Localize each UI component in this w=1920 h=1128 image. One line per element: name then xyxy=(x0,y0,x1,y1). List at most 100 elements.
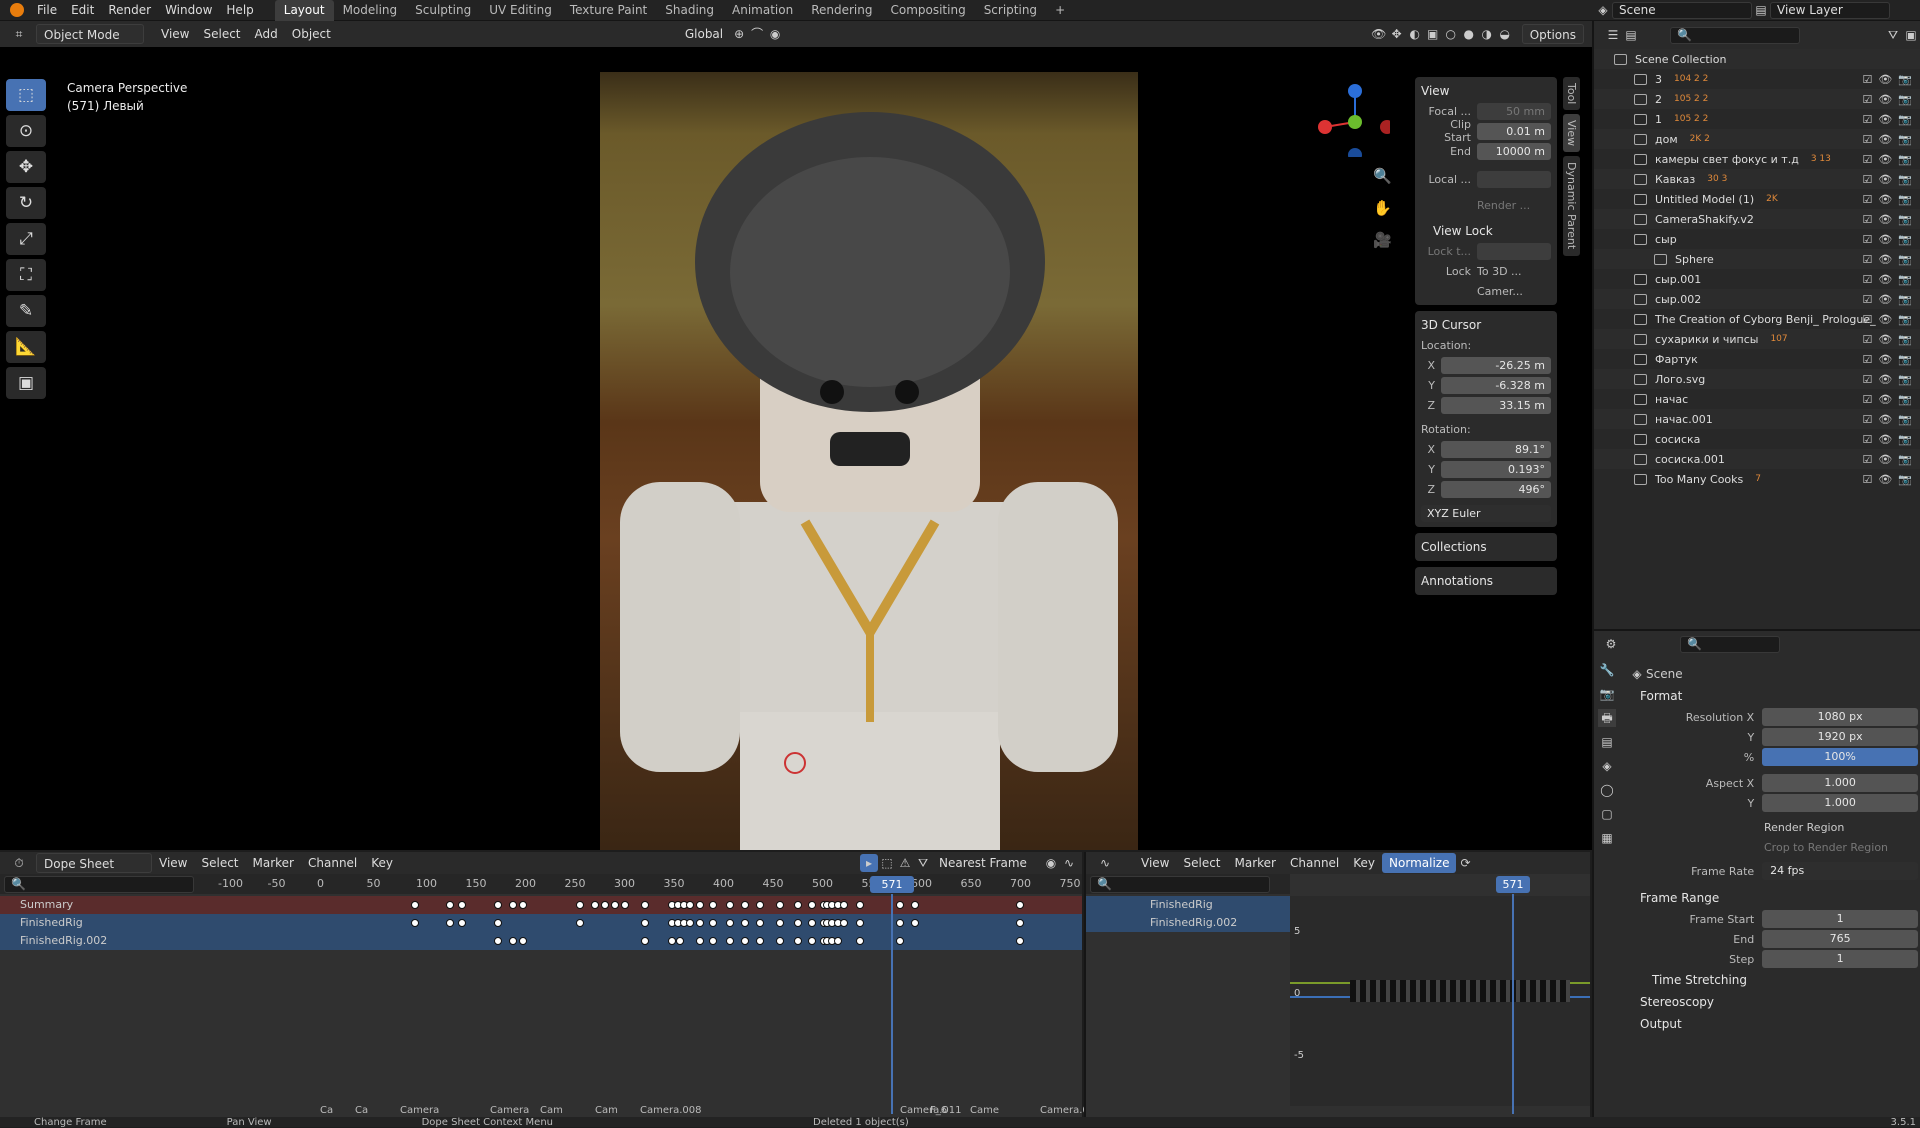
marker-label[interactable]: Cam xyxy=(595,1105,618,1116)
keyframe[interactable] xyxy=(896,937,904,945)
tab-layout[interactable]: Layout xyxy=(274,0,334,21)
tab-animation[interactable]: Animation xyxy=(723,0,802,21)
checkbox-icon[interactable]: ☑ xyxy=(1862,273,1872,286)
outliner-item[interactable]: Фартук ☑ 👁 📷 xyxy=(1594,349,1920,369)
checkbox-icon[interactable]: ☑ xyxy=(1862,393,1872,406)
outliner-item[interactable]: Untitled Model (1) 2K ☑ 👁 📷 xyxy=(1594,189,1920,209)
keyframe[interactable] xyxy=(1016,937,1024,945)
interpolation-icon[interactable]: ∿ xyxy=(1060,854,1078,872)
tab-sculpting[interactable]: Sculpting xyxy=(406,0,480,21)
visibility-icon[interactable]: 👁 xyxy=(1370,25,1388,43)
outliner-editor-icon[interactable]: ☰ xyxy=(1604,26,1622,44)
select-box-tool-icon[interactable]: ⬚ xyxy=(6,79,46,111)
navigation-gizmo[interactable] xyxy=(1310,77,1390,157)
keyframe[interactable] xyxy=(686,901,694,909)
outliner-item[interactable]: сыр.002 ☑ 👁 📷 xyxy=(1594,289,1920,309)
checkbox-icon[interactable]: ☑ xyxy=(1862,133,1872,146)
shading-wire-icon[interactable]: ○ xyxy=(1442,25,1460,43)
keyframe[interactable] xyxy=(411,919,419,927)
outliner-item[interactable]: дом 2K 2 ☑ 👁 📷 xyxy=(1594,129,1920,149)
camera-view-icon[interactable]: 🎥 xyxy=(1373,231,1392,249)
keyframe[interactable] xyxy=(840,919,848,927)
graph-channel-finishedrig-002[interactable]: FinishedRig.002 xyxy=(1086,914,1290,932)
aspect-x-field[interactable]: 1.000 xyxy=(1762,774,1918,792)
proportional-edit-icon[interactable]: ◉ xyxy=(1042,854,1060,872)
tab-shading[interactable]: Shading xyxy=(656,0,723,21)
collections-section-title[interactable]: Collections xyxy=(1421,537,1551,557)
camera-render-icon[interactable]: 📷 xyxy=(1898,93,1912,106)
new-collection-icon[interactable]: ▣ xyxy=(1902,26,1920,44)
transform-tool-icon[interactable]: ⛶ xyxy=(6,259,46,291)
dope-menu-channel[interactable]: Channel xyxy=(301,853,364,873)
local-camera-field[interactable] xyxy=(1477,170,1551,188)
cursor-tool-icon[interactable]: ⊙ xyxy=(6,115,46,147)
keyframe[interactable] xyxy=(611,901,619,909)
keyframe[interactable] xyxy=(458,919,466,927)
checkbox-icon[interactable]: ☑ xyxy=(1862,313,1872,326)
camera-render-icon[interactable]: 📷 xyxy=(1898,213,1912,226)
focal-field[interactable]: 50 mm xyxy=(1477,102,1551,120)
viewport-3d[interactable]: Camera Perspective (571) Левый ⬚ ⊙ ✥ ↻ ⤢… xyxy=(0,47,1592,850)
dope-menu-marker[interactable]: Marker xyxy=(246,853,301,873)
cursor-z-field[interactable]: 33.15 m xyxy=(1441,396,1551,414)
eye-icon[interactable]: 👁 xyxy=(1878,273,1892,286)
filter-icon[interactable]: ⛛ xyxy=(914,854,932,872)
camera-render-icon[interactable]: 📷 xyxy=(1898,453,1912,466)
tab-rendering[interactable]: Rendering xyxy=(802,0,881,21)
camera-render-icon[interactable]: 📷 xyxy=(1898,413,1912,426)
keyframe[interactable] xyxy=(591,901,599,909)
checkbox-icon[interactable]: ☑ xyxy=(1862,373,1872,386)
outliner-item[interactable]: начас.001 ☑ 👁 📷 xyxy=(1594,409,1920,429)
keyframe[interactable] xyxy=(686,919,694,927)
keyframe[interactable] xyxy=(911,901,919,909)
keyframe[interactable] xyxy=(776,901,784,909)
outliner-item[interactable]: сыр ☑ 👁 📷 xyxy=(1594,229,1920,249)
marker-label[interactable]: Camera xyxy=(400,1105,439,1116)
scene-tab-icon[interactable]: ◈ xyxy=(1598,757,1616,775)
keyframe[interactable] xyxy=(509,901,517,909)
normalize-toggle[interactable]: Normalize xyxy=(1382,853,1457,873)
keyframe[interactable] xyxy=(509,937,517,945)
editor-type-icon[interactable]: ⌗ xyxy=(10,25,28,43)
xray-icon[interactable]: ▣ xyxy=(1424,25,1442,43)
keyframe[interactable] xyxy=(726,919,734,927)
dope-menu-view[interactable]: View xyxy=(152,853,194,873)
eye-icon[interactable]: 👁 xyxy=(1878,433,1892,446)
eye-icon[interactable]: 👁 xyxy=(1878,453,1892,466)
frame-range-section-title[interactable]: Frame Range xyxy=(1628,887,1918,909)
eye-icon[interactable]: 👁 xyxy=(1878,153,1892,166)
dope-keyframes[interactable] xyxy=(200,896,1080,1106)
keyframe[interactable] xyxy=(776,937,784,945)
shading-solid-icon[interactable]: ● xyxy=(1460,25,1478,43)
eye-icon[interactable]: 👁 xyxy=(1878,413,1892,426)
menu-add[interactable]: Add xyxy=(248,24,285,44)
keyframe[interactable] xyxy=(519,937,527,945)
camera-render-icon[interactable]: 📷 xyxy=(1898,153,1912,166)
rotation-mode-dropdown[interactable]: XYZ Euler xyxy=(1421,504,1551,522)
outliner-item[interactable]: Лого.svg ☑ 👁 📷 xyxy=(1594,369,1920,389)
dope-ruler[interactable]: -100-50050100150200250300350400450500550… xyxy=(200,874,1082,894)
marker-label[interactable]: Came xyxy=(970,1105,999,1116)
overlay-icon[interactable]: ◐ xyxy=(1406,25,1424,43)
outliner-item[interactable]: начас ☑ 👁 📷 xyxy=(1594,389,1920,409)
keyframe[interactable] xyxy=(576,901,584,909)
keyframe[interactable] xyxy=(696,919,704,927)
snap-dropdown[interactable]: Nearest Frame xyxy=(932,853,1042,873)
lock-camera-checkbox[interactable]: Camer... xyxy=(1477,285,1523,298)
keyframe[interactable] xyxy=(1016,901,1024,909)
scale-tool-icon[interactable]: ⤢ xyxy=(6,223,46,255)
menu-window[interactable]: Window xyxy=(158,0,219,21)
dope-menu-key[interactable]: Key xyxy=(364,853,400,873)
keyframe[interactable] xyxy=(756,919,764,927)
properties-editor-icon[interactable]: ⚙ xyxy=(1602,635,1620,653)
camera-render-icon[interactable]: 📷 xyxy=(1898,293,1912,306)
render-region-checkbox[interactable]: Render ... xyxy=(1477,199,1530,212)
shading-rendered-icon[interactable]: ◒ xyxy=(1496,25,1514,43)
keyframe[interactable] xyxy=(726,937,734,945)
eye-icon[interactable]: 👁 xyxy=(1878,353,1892,366)
rotate-tool-icon[interactable]: ↻ xyxy=(6,187,46,219)
outliner-item[interactable]: 1 105 2 2 ☑ 👁 📷 xyxy=(1594,109,1920,129)
eye-icon[interactable]: 👁 xyxy=(1878,393,1892,406)
graph-channel-finishedrig[interactable]: FinishedRig xyxy=(1086,896,1290,914)
options-button[interactable]: Options xyxy=(1521,24,1584,44)
